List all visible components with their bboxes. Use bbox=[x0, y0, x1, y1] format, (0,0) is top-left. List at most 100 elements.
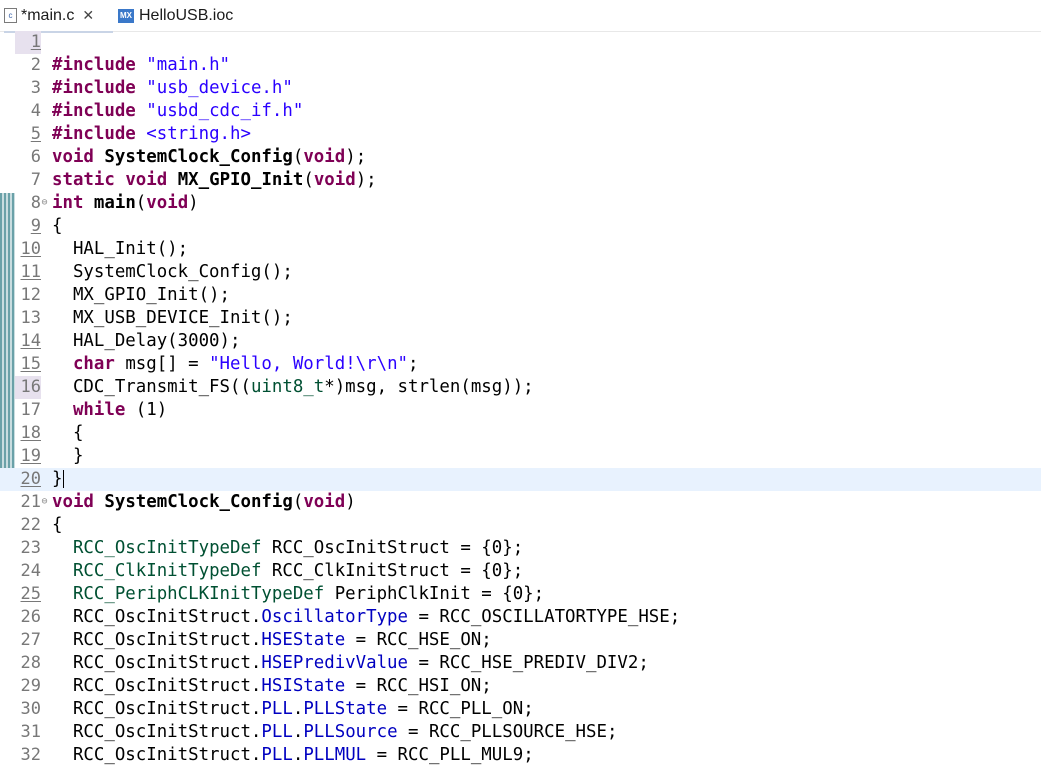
code-editor[interactable]: 1 2 #include "main.h" 3 #include "usb_device… bbox=[0, 31, 1041, 765]
code-line[interactable]: 19 } bbox=[0, 445, 1041, 468]
code-line[interactable]: 10 HAL_Init(); bbox=[0, 238, 1041, 261]
code-line[interactable]: 15 char msg[] = "Hello, World!\r\n"; bbox=[0, 353, 1041, 376]
code-line[interactable]: 7 static void MX_GPIO_Init(void); bbox=[0, 169, 1041, 192]
code-text: SystemClock_Config(); bbox=[52, 262, 293, 282]
code-text: HAL_Init(); bbox=[52, 239, 189, 259]
code-line[interactable]: 2 #include "main.h" bbox=[0, 54, 1041, 77]
line-number: 12 bbox=[20, 285, 41, 305]
code-text: RCC_ClkInitTypeDef RCC_ClkInitStruct = {… bbox=[72, 561, 524, 581]
code-text: void SystemClock_Config(void) bbox=[52, 492, 356, 512]
line-number: 6 bbox=[30, 147, 41, 167]
line-number: 13 bbox=[20, 308, 41, 328]
line-number: 8 bbox=[30, 193, 41, 213]
line-number: 19 bbox=[20, 446, 41, 466]
line-number: 29 bbox=[20, 676, 41, 696]
line-number: 24 bbox=[20, 561, 41, 581]
code-text: int main(void) bbox=[52, 193, 199, 213]
code-line[interactable]: 1 bbox=[0, 31, 1041, 54]
text-caret bbox=[63, 470, 65, 488]
code-line[interactable]: 20} bbox=[0, 468, 1041, 491]
c-file-icon: c bbox=[4, 8, 17, 23]
code-line[interactable]: 12 MX_GPIO_Init(); bbox=[0, 284, 1041, 307]
line-number: 22 bbox=[20, 515, 41, 535]
fold-toggle-icon[interactable]: ⊖ bbox=[40, 198, 49, 208]
code-text: } bbox=[52, 446, 84, 466]
code-text: RCC_OscInitStruct.OscillatorType = RCC_O… bbox=[52, 607, 681, 627]
code-line[interactable]: 5 #include <string.h> bbox=[0, 123, 1041, 146]
line-number: 31 bbox=[20, 722, 41, 742]
tab-label: *main.c bbox=[21, 6, 75, 24]
code-line[interactable]: 31 RCC_OscInitStruct.PLL.PLLSource = RCC… bbox=[0, 721, 1041, 744]
code-line[interactable]: 3 #include "usb_device.h" bbox=[0, 77, 1041, 100]
code-line[interactable]: 18 { bbox=[0, 422, 1041, 445]
code-line[interactable]: 9{ bbox=[0, 215, 1041, 238]
code-text: RCC_OscInitTypeDef RCC_OscInitStruct = {… bbox=[72, 538, 524, 558]
code-line[interactable]: 13 MX_USB_DEVICE_Init(); bbox=[0, 307, 1041, 330]
line-number: 11 bbox=[20, 262, 41, 282]
code-text: { bbox=[52, 423, 84, 443]
code-line[interactable]: 17 while (1) bbox=[0, 399, 1041, 422]
code-text: RCC_OscInitStruct.HSEState = RCC_HSE_ON; bbox=[52, 630, 492, 650]
line-number: 3 bbox=[30, 78, 41, 98]
code-text: CDC_Transmit_FS((uint8_t*)msg, strlen(ms… bbox=[52, 377, 534, 397]
editor-tab-bar: c *main.c ✕ MX HelloUSB.ioc bbox=[0, 0, 1041, 33]
code-text: } bbox=[52, 469, 65, 489]
tab-main-c[interactable]: c *main.c ✕ bbox=[4, 0, 113, 33]
code-line[interactable]: 32 RCC_OscInitStruct.PLL.PLLMUL = RCC_PL… bbox=[0, 744, 1041, 767]
code-text: { bbox=[52, 216, 63, 236]
code-text: char msg[] = "Hello, World!\r\n"; bbox=[72, 354, 419, 374]
code-line[interactable]: 21 ⊖ void SystemClock_Config(void) bbox=[0, 491, 1041, 514]
tab-label: HelloUSB.ioc bbox=[139, 6, 234, 24]
code-text: #include "usbd_cdc_if.h" bbox=[52, 101, 304, 121]
line-number: 15 bbox=[20, 354, 41, 374]
code-line[interactable]: 30 RCC_OscInitStruct.PLL.PLLState = RCC_… bbox=[0, 698, 1041, 721]
mx-file-icon: MX bbox=[118, 8, 134, 23]
code-text: RCC_OscInitStruct.PLL.PLLMUL = RCC_PLL_M… bbox=[52, 745, 534, 765]
code-text: void SystemClock_Config(void); bbox=[52, 147, 367, 167]
line-number: 5 bbox=[30, 124, 41, 144]
code-text: RCC_OscInitStruct.PLL.PLLSource = RCC_PL… bbox=[52, 722, 618, 742]
code-line[interactable]: 16 CDC_Transmit_FS((uint8_t*)msg, strlen… bbox=[0, 376, 1041, 399]
line-number: 10 bbox=[20, 239, 41, 259]
line-number: 16 bbox=[15, 376, 41, 399]
code-line[interactable]: 28 RCC_OscInitStruct.HSEPredivValue = RC… bbox=[0, 652, 1041, 675]
line-number: 14 bbox=[20, 331, 41, 351]
line-number: 26 bbox=[20, 607, 41, 627]
line-number: 21 bbox=[20, 492, 41, 512]
line-number: 32 bbox=[20, 745, 41, 765]
code-text: while (1) bbox=[72, 400, 168, 420]
code-text: RCC_OscInitStruct.PLL.PLLState = RCC_PLL… bbox=[52, 699, 534, 719]
code-text: #include <string.h> bbox=[52, 124, 251, 144]
code-line[interactable]: 27 RCC_OscInitStruct.HSEState = RCC_HSE_… bbox=[0, 629, 1041, 652]
code-line[interactable]: 4 #include "usbd_cdc_if.h" bbox=[0, 100, 1041, 123]
code-line[interactable]: 25 RCC_PeriphCLKInitTypeDef PeriphClkIni… bbox=[0, 583, 1041, 606]
line-number: 7 bbox=[30, 170, 41, 190]
code-line[interactable]: 26 RCC_OscInitStruct.OscillatorType = RC… bbox=[0, 606, 1041, 629]
line-number: 17 bbox=[20, 400, 41, 420]
code-line[interactable]: 23 RCC_OscInitTypeDef RCC_OscInitStruct … bbox=[0, 537, 1041, 560]
code-text: HAL_Delay(3000); bbox=[52, 331, 241, 351]
code-text: RCC_PeriphCLKInitTypeDef PeriphClkInit =… bbox=[72, 584, 545, 604]
close-icon[interactable]: ✕ bbox=[82, 7, 94, 24]
code-line[interactable]: 14 HAL_Delay(3000); bbox=[0, 330, 1041, 353]
code-line[interactable]: 11 SystemClock_Config(); bbox=[0, 261, 1041, 284]
line-number: 25 bbox=[20, 584, 41, 604]
code-text: RCC_OscInitStruct.HSEPredivValue = RCC_H… bbox=[52, 653, 649, 673]
fold-toggle-icon[interactable]: ⊖ bbox=[40, 497, 49, 507]
tab-hellousb-ioc[interactable]: MX HelloUSB.ioc bbox=[118, 0, 248, 31]
code-line[interactable]: 6 void SystemClock_Config(void); bbox=[0, 146, 1041, 169]
code-line[interactable]: 24 RCC_ClkInitTypeDef RCC_ClkInitStruct … bbox=[0, 560, 1041, 583]
code-text: { bbox=[52, 515, 63, 535]
line-number: 1 bbox=[15, 31, 41, 54]
code-text: #include "usb_device.h" bbox=[52, 78, 293, 98]
code-line[interactable]: 22 { bbox=[0, 514, 1041, 537]
code-line[interactable]: 29 RCC_OscInitStruct.HSIState = RCC_HSI_… bbox=[0, 675, 1041, 698]
code-text: #include "main.h" bbox=[52, 55, 231, 75]
code-text: MX_GPIO_Init(); bbox=[52, 285, 230, 305]
code-line[interactable]: 8 ⊖ int main(void) bbox=[0, 192, 1041, 215]
line-number: 2 bbox=[30, 55, 41, 75]
code-text: RCC_OscInitStruct.HSIState = RCC_HSI_ON; bbox=[52, 676, 492, 696]
line-number: 27 bbox=[20, 630, 41, 650]
line-number: 9 bbox=[30, 216, 41, 236]
line-number: 30 bbox=[20, 699, 41, 719]
